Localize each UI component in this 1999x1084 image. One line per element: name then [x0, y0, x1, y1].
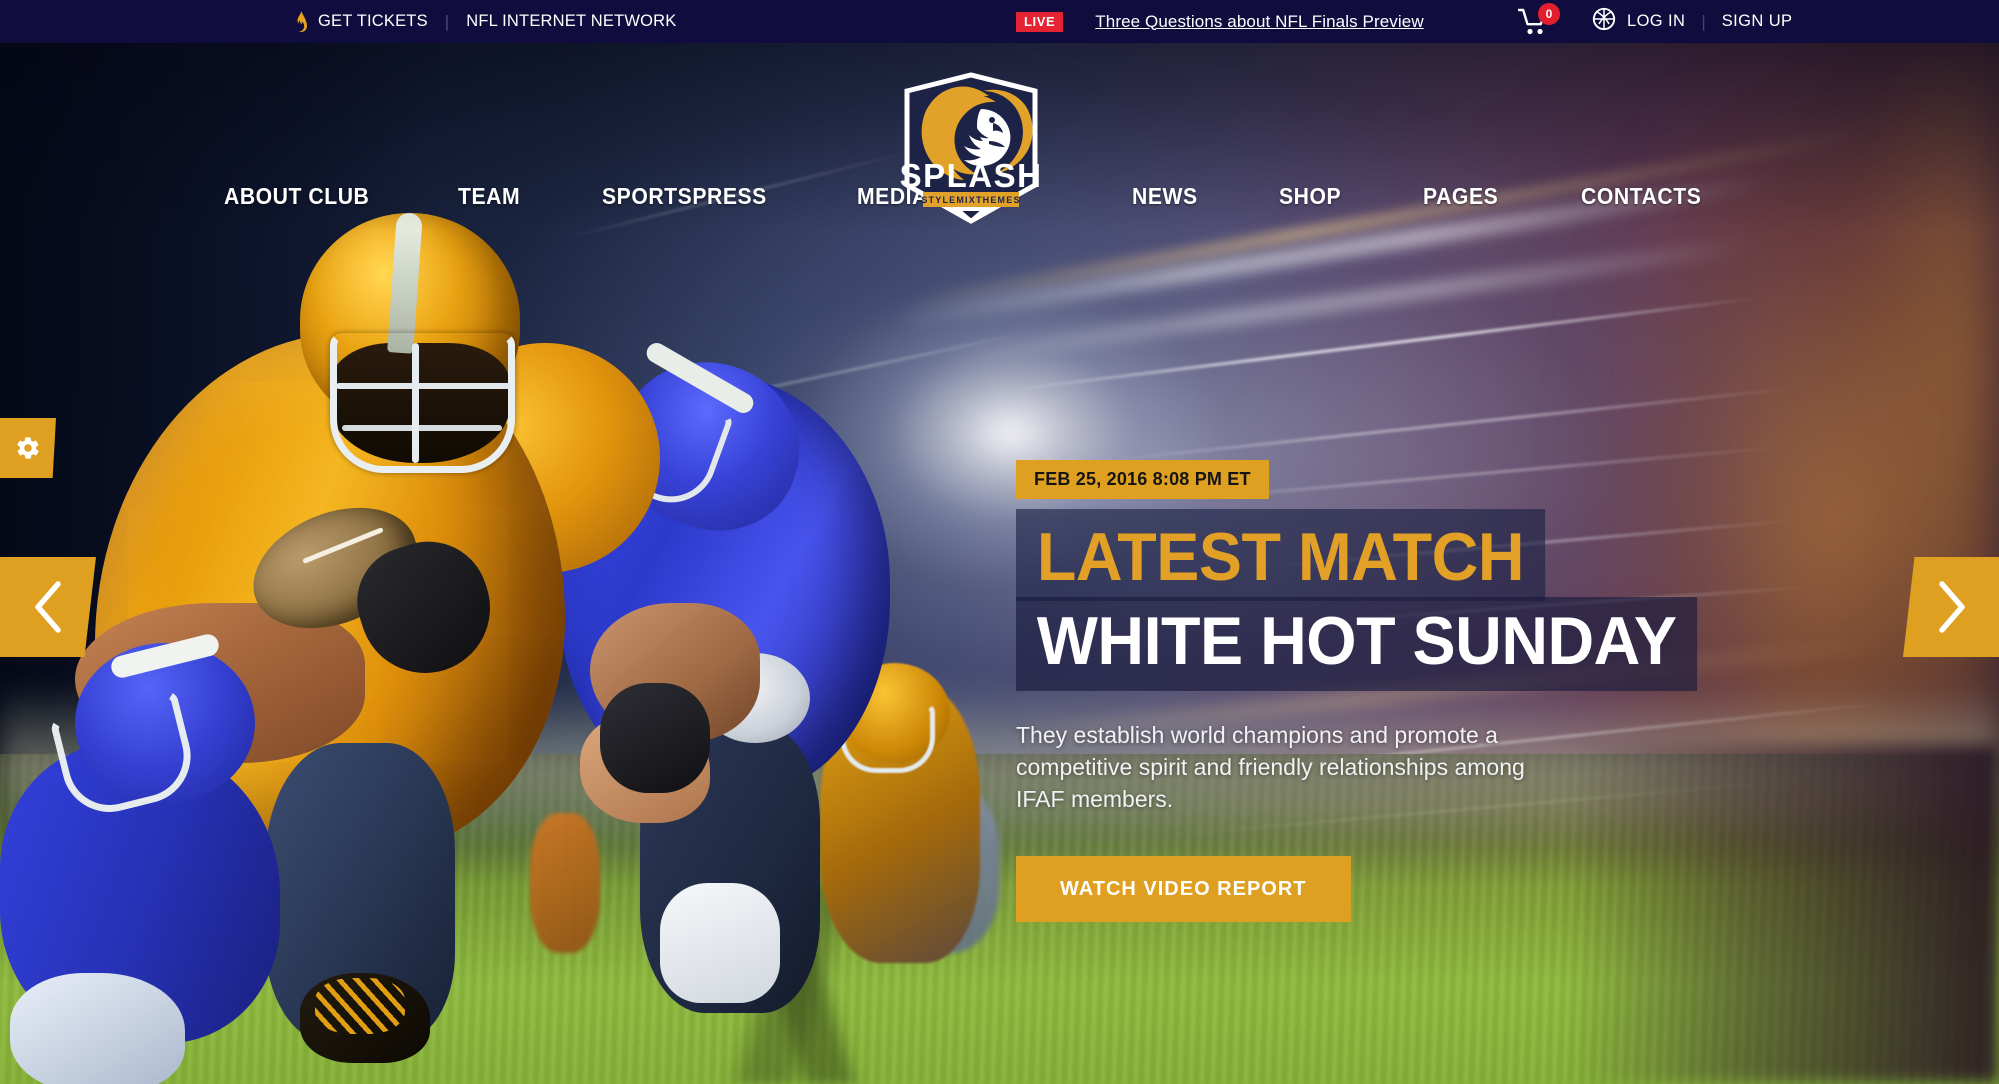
- nav-left-group: ABOUT CLUB TEAM SPORTSPRESS MEDIA: [224, 183, 934, 210]
- topbar-separator: |: [444, 11, 450, 31]
- nav-item-sportspress[interactable]: SPORTSPRESS: [602, 183, 767, 210]
- cart-button[interactable]: 0: [1517, 2, 1560, 37]
- hero-title-line-2: WHITE HOT SUNDAY: [1016, 597, 1698, 691]
- nav-item-team[interactable]: TEAM: [458, 183, 520, 210]
- hero-title-line-1: LATEST MATCH: [1016, 509, 1545, 601]
- slider-next-button[interactable]: [1903, 557, 1999, 657]
- get-tickets-link[interactable]: GET TICKETS: [318, 12, 428, 31]
- gold-facemask-bar-2: [342, 425, 502, 431]
- gold-facemask-center-bar: [412, 343, 419, 463]
- live-badge[interactable]: LIVE: [1016, 11, 1064, 32]
- blue-player-glove: [600, 683, 710, 793]
- log-in-link[interactable]: LOG IN: [1627, 12, 1685, 31]
- nfl-internet-network-link[interactable]: NFL INTERNET NETWORK: [466, 12, 676, 31]
- topbar-separator-2: |: [1701, 11, 1706, 31]
- nav-right-group: NEWS SHOP PAGES CONTACTS: [1132, 183, 1712, 210]
- topbar-left-group: GET TICKETS | NFL INTERNET NETWORK: [293, 10, 676, 33]
- nav-item-contacts[interactable]: CONTACTS: [1581, 183, 1701, 210]
- logo-wordmark: SPLASH: [900, 157, 1043, 194]
- top-utility-bar: GET TICKETS | NFL INTERNET NETWORK LIVE …: [0, 0, 1999, 43]
- flame-icon: [293, 10, 318, 33]
- topbar-live-group: LIVE Three Questions about NFL Finals Pr…: [1016, 11, 1424, 32]
- nav-item-news[interactable]: NEWS: [1132, 183, 1198, 210]
- site-logo[interactable]: SPLASH STYLEMIXTHEMES: [897, 63, 1045, 226]
- live-headline-link[interactable]: Three Questions about NFL Finals Preview: [1095, 12, 1423, 32]
- nav-item-shop[interactable]: SHOP: [1279, 183, 1341, 210]
- chevron-left-icon: [35, 581, 61, 633]
- hero-description: They establish world champions and promo…: [1016, 722, 1525, 812]
- page-root: GET TICKETS | NFL INTERNET NETWORK LIVE …: [0, 0, 1999, 1084]
- cart-count-badge: 0: [1538, 2, 1560, 25]
- settings-button[interactable]: [0, 418, 56, 478]
- nav-item-about-club[interactable]: ABOUT CLUB: [224, 183, 369, 210]
- sign-up-link[interactable]: SIGN UP: [1722, 12, 1793, 31]
- nav-item-pages[interactable]: PAGES: [1423, 183, 1498, 210]
- logo-tagline: STYLEMIXTHEMES: [921, 195, 1020, 205]
- slider-prev-button[interactable]: [0, 557, 96, 657]
- gold-player-shoe-accent: [315, 978, 405, 1034]
- hero-content: FEB 25, 2016 8:08 PM ET LATEST MATCH WHI…: [1016, 460, 1733, 922]
- blue-player-sock: [660, 883, 780, 1003]
- distant-player-1: [530, 813, 600, 953]
- gear-icon: [17, 437, 39, 459]
- chevron-right-icon: [1939, 581, 1965, 633]
- watch-video-report-button[interactable]: WATCH VIDEO REPORT: [1016, 855, 1351, 922]
- hero-title: LATEST MATCH WHITE HOT SUNDAY: [1016, 509, 1733, 691]
- gold-player-facemask: [330, 333, 515, 473]
- topbar-account-group: 0 LOG IN | SIGN UP: [1517, 2, 1793, 37]
- match-date-badge: FEB 25, 2016 8:08 PM ET: [1016, 460, 1269, 499]
- gold-facemask-bar-1: [336, 383, 510, 389]
- prone-player-glove: [10, 973, 185, 1084]
- basketball-icon: [1552, 7, 1627, 36]
